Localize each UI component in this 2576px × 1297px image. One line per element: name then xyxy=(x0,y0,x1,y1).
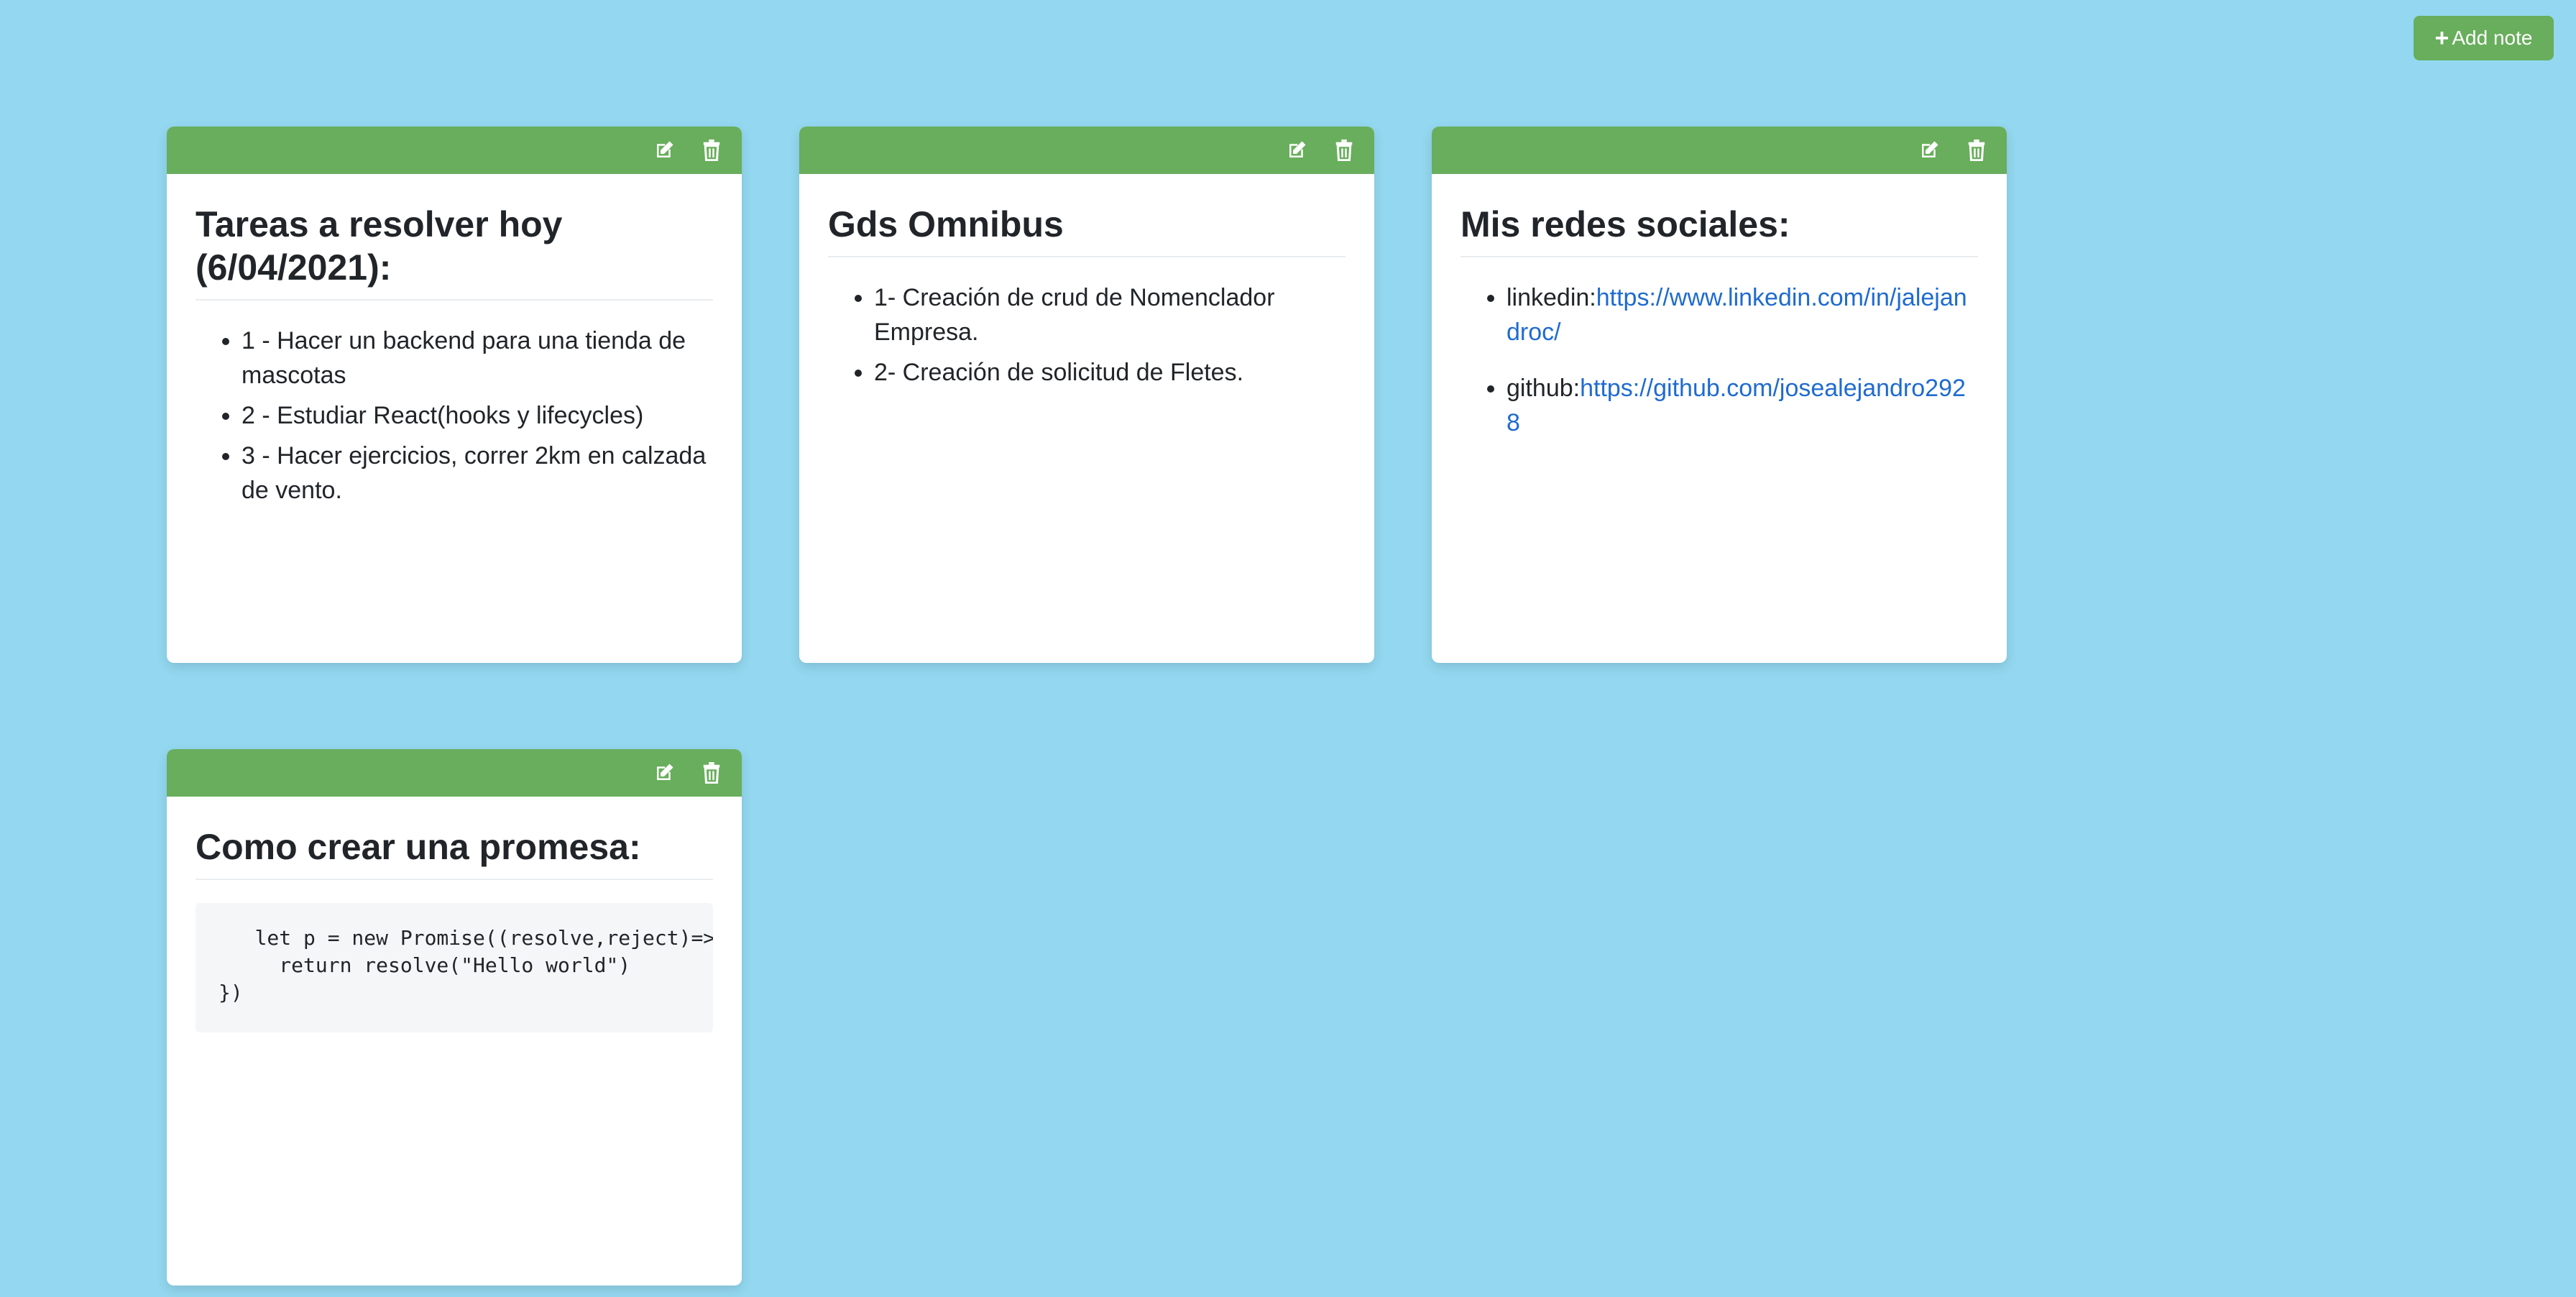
note-title: Tareas a resolver hoy (6/04/2021): xyxy=(196,203,713,301)
note-card: Como crear una promesa: let p = new Prom… xyxy=(167,749,742,1285)
note-list: 1- Creación de crud de Nomenclador Empre… xyxy=(828,280,1346,390)
note-list: linkedin:https://www.linkedin.com/in/jal… xyxy=(1460,280,1978,440)
plus-icon: + xyxy=(2434,24,2450,52)
note-card: Mis redes sociales: linkedin:https://www… xyxy=(1432,127,2007,663)
edit-icon[interactable] xyxy=(1918,139,1941,162)
note-title: Gds Omnibus xyxy=(828,203,1346,257)
list-item: linkedin:https://www.linkedin.com/in/jal… xyxy=(1506,280,1978,349)
note-title: Como crear una promesa: xyxy=(196,825,713,880)
note-header xyxy=(1432,127,2007,174)
list-item: 2 - Estudiar React(hooks y lifecycles) xyxy=(242,398,713,433)
note-title: Mis redes sociales: xyxy=(1460,203,1978,257)
edit-icon[interactable] xyxy=(653,139,676,162)
list-item: 1 - Hacer un backend para una tienda de … xyxy=(242,324,713,393)
edit-icon[interactable] xyxy=(653,761,676,784)
add-note-button[interactable]: + Add note xyxy=(2414,16,2554,60)
note-card: Gds Omnibus 1- Creación de crud de Nomen… xyxy=(799,127,1374,663)
link-label: linkedin: xyxy=(1506,284,1596,311)
link-label: github: xyxy=(1506,375,1581,402)
list-item: github:https://github.com/josealejandro2… xyxy=(1506,371,1978,440)
list-item: 3 - Hacer ejercicios, correr 2km en calz… xyxy=(242,439,713,508)
note-header xyxy=(167,749,742,797)
trash-icon[interactable] xyxy=(1333,139,1356,162)
trash-icon[interactable] xyxy=(700,761,723,784)
note-header xyxy=(167,127,742,174)
list-item: 1- Creación de crud de Nomenclador Empre… xyxy=(874,280,1346,349)
code-block: let p = new Promise((resolve,reject)=>{ … xyxy=(196,903,713,1032)
note-card: Tareas a resolver hoy (6/04/2021): 1 - H… xyxy=(167,127,742,663)
note-list: 1 - Hacer un backend para una tienda de … xyxy=(196,324,713,508)
trash-icon[interactable] xyxy=(700,139,723,162)
edit-icon[interactable] xyxy=(1285,139,1308,162)
note-header xyxy=(799,127,1374,174)
add-note-label: Add note xyxy=(2452,27,2533,49)
list-item: 2- Creación de solicitud de Fletes. xyxy=(874,355,1346,390)
trash-icon[interactable] xyxy=(1965,139,1988,162)
